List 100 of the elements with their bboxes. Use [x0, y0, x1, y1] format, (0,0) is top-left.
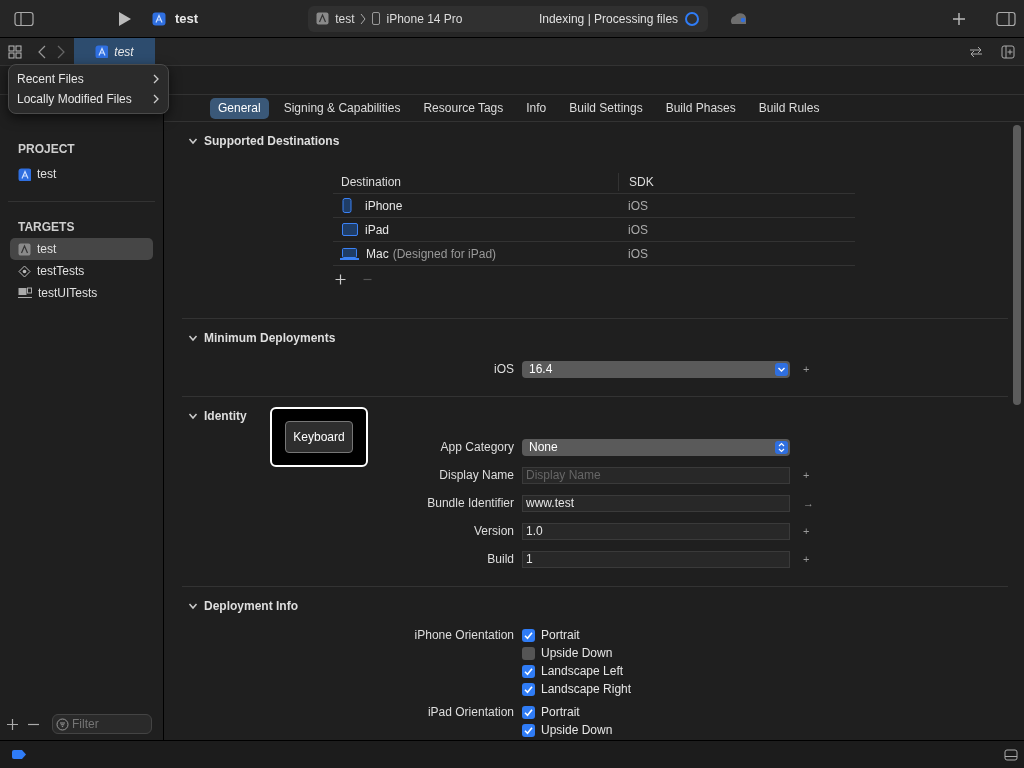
section-title: Deployment Info — [204, 598, 298, 615]
tab[interactable]: Signing & Capabilities — [275, 97, 409, 119]
table-cell-text: iOS — [627, 197, 648, 215]
checkbox[interactable] — [522, 646, 535, 660]
add-editor-icon[interactable] — [1001, 44, 1015, 59]
section-title: Minimum Deployments — [204, 330, 336, 347]
sidebar-item[interactable]: testUITests — [10, 282, 153, 304]
sidebar-item[interactable]: test — [10, 238, 153, 260]
checkbox-label: Landscape Left — [541, 663, 624, 680]
diamond-icon — [18, 264, 31, 278]
table-cell-text: iOS — [627, 245, 648, 263]
grid-icon[interactable] — [8, 44, 22, 59]
destination-name: Mac — [366, 245, 389, 263]
checkbox-label: Upside Down — [541, 645, 613, 662]
app-icon — [18, 242, 31, 256]
tab[interactable]: Info — [518, 97, 555, 119]
checkbox[interactable] — [522, 705, 535, 719]
checkbox-label: Landscape Right — [541, 681, 632, 698]
scrollbar[interactable] — [1013, 125, 1021, 405]
sidebar-toggle-icon[interactable] — [14, 10, 34, 27]
stepper-icon — [775, 362, 788, 376]
chevron-icon[interactable] — [188, 333, 198, 343]
destination-note: (Designed for iPad) — [392, 245, 497, 263]
checkbox[interactable] — [522, 682, 535, 696]
spinner-icon — [684, 10, 701, 27]
field-action-button[interactable]: → — [803, 497, 814, 509]
checkbox[interactable] — [522, 628, 535, 642]
column-header: SDK — [618, 172, 654, 191]
checkbox-label: Upside Down — [541, 722, 613, 739]
key-cap: Keyboard — [285, 421, 353, 453]
chevron-icon[interactable] — [188, 601, 198, 611]
project-title: test — [175, 9, 199, 28]
field-action-button[interactable]: + — [803, 469, 810, 481]
tab-title: test — [114, 43, 134, 61]
section-heading: PROJECT — [17, 141, 76, 158]
back-icon[interactable] — [38, 44, 46, 59]
field-action-button[interactable]: + — [803, 525, 810, 537]
app-icon — [95, 45, 109, 58]
popup-button[interactable]: None — [522, 438, 790, 456]
tab[interactable]: General — [210, 97, 269, 119]
field-action-button[interactable]: + — [803, 363, 810, 375]
tablet-icon — [342, 223, 358, 236]
sidebar-item[interactable]: testTests — [10, 260, 153, 282]
swap-icon[interactable] — [969, 45, 983, 58]
field-action-button[interactable]: + — [803, 553, 810, 565]
chevron-icon[interactable] — [188, 411, 198, 421]
activity-status: Indexing | Processing files — [538, 10, 679, 28]
column-header: Destination — [340, 173, 403, 191]
tab[interactable]: Build Settings — [561, 97, 651, 119]
app-icon — [316, 12, 330, 25]
screens-icon — [18, 287, 32, 299]
cloud-icon — [730, 12, 749, 25]
checkbox-label: Portrait — [541, 704, 580, 721]
tab[interactable]: Resource Tags — [415, 97, 512, 119]
section-title: Supported Destinations — [204, 133, 340, 150]
tab[interactable]: Build Phases — [657, 97, 744, 119]
chevron-icon — [360, 12, 367, 25]
section-heading: TARGETS — [17, 219, 76, 236]
panel-toggle-icon[interactable] — [1004, 748, 1018, 761]
scheme-selector[interactable]: test iPhone 14 Pro Indexing | Processing files — [308, 5, 709, 32]
forward-icon[interactable] — [57, 44, 65, 59]
text-field[interactable]: www.test — [522, 494, 790, 512]
phone-icon — [342, 198, 352, 213]
field-label: iOS — [493, 361, 515, 378]
add-icon[interactable] — [952, 11, 966, 26]
field-label: iPhone Orientation — [413, 627, 515, 644]
destination-name: iPad — [365, 221, 390, 239]
sidebar-item[interactable]: test — [10, 163, 153, 185]
text-field[interactable]: 1 — [522, 550, 790, 568]
field-label: iPad Orientation — [426, 704, 515, 721]
stepper-icon — [775, 440, 788, 454]
field-label: Version — [472, 523, 515, 540]
chevron-icon[interactable] — [188, 136, 198, 146]
breadcrumb-item[interactable]: test — [335, 9, 355, 28]
destination-name: iPhone — [365, 197, 403, 215]
menu-item[interactable]: Recent Files — [9, 69, 168, 89]
inspector-toggle-icon[interactable] — [996, 10, 1016, 27]
tag-icon[interactable] — [12, 750, 26, 759]
dropdown[interactable]: 16.4 — [522, 360, 790, 378]
section-title: Identity — [204, 408, 247, 425]
filter-icon — [56, 718, 69, 731]
editor-tab[interactable]: test — [74, 37, 155, 66]
checkbox-label: Portrait — [541, 627, 580, 644]
app-icon — [18, 167, 31, 181]
app-icon — [152, 11, 166, 26]
tab[interactable]: Build Rules — [750, 97, 828, 119]
checkbox[interactable] — [522, 664, 535, 678]
field-label: Display Name — [438, 467, 515, 484]
field-label: Build — [486, 551, 515, 568]
phone-icon — [372, 12, 381, 25]
laptop-icon — [340, 247, 359, 260]
checkbox[interactable] — [522, 723, 535, 737]
add-icon[interactable] — [335, 273, 346, 285]
text-field[interactable]: 1.0 — [522, 522, 790, 540]
menu-item[interactable]: Locally Modified Files — [9, 89, 168, 109]
play-icon[interactable] — [118, 10, 132, 27]
text-field[interactable]: Display Name — [522, 466, 790, 484]
add-icon[interactable] — [6, 717, 19, 731]
filter-field[interactable]: Filter — [52, 714, 152, 734]
breadcrumb-item[interactable]: iPhone 14 Pro — [386, 9, 463, 28]
